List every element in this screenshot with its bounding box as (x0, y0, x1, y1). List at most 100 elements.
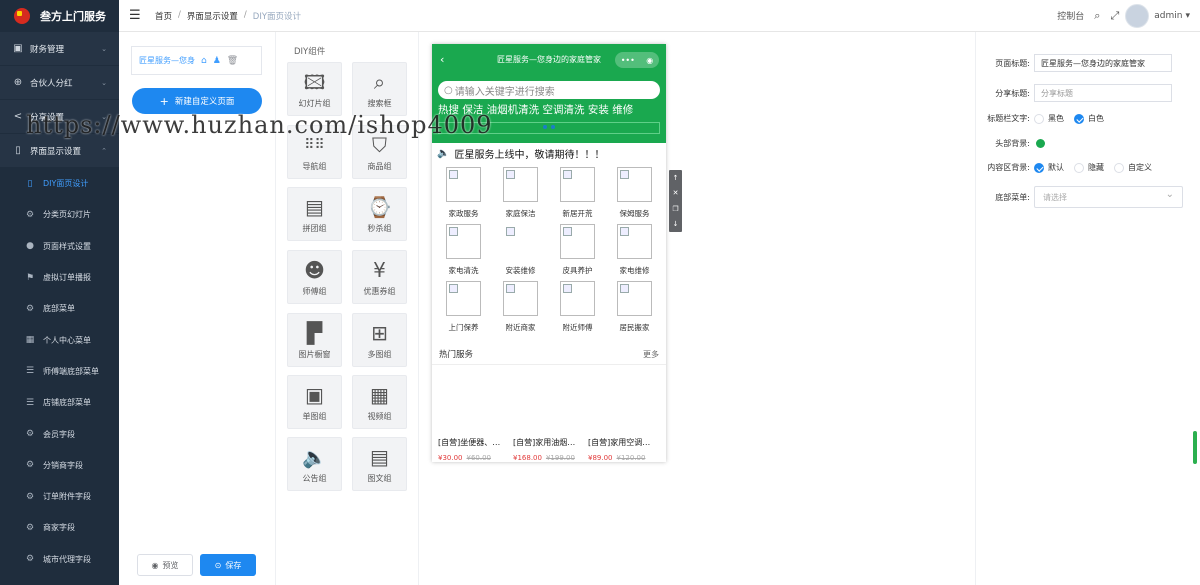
chevron-down-icon[interactable]: ▾ (1185, 11, 1190, 21)
sidebar-item-order-attachment-fields[interactable]: ⚙ 订单附件字段 (0, 481, 119, 512)
arrow-down-icon[interactable]: ↓ (673, 220, 679, 228)
radio-default[interactable]: 默认 (1034, 162, 1064, 173)
grid-image (617, 224, 652, 259)
gear-icon: ⚙ (25, 429, 35, 440)
grid-image (617, 167, 652, 202)
arrow-up-icon[interactable]: ↑ (673, 174, 679, 182)
gear-icon: ⚙ (25, 209, 35, 220)
radio-black[interactable]: 黑色 (1034, 113, 1064, 124)
grid-image (503, 224, 538, 259)
component-label: 拼团组 (302, 224, 327, 233)
breadcrumb-home[interactable]: 首页 (155, 10, 172, 22)
radio-hidden[interactable]: 隐藏 (1074, 162, 1104, 173)
hamburger-icon[interactable]: ☰ (129, 8, 149, 23)
component-video[interactable]: ▦ 视频组 (352, 375, 407, 429)
sidebar-item-city-agent-fields[interactable]: ⚙ 城市代理字段 (0, 544, 119, 575)
component-slides[interactable]: 🖾 幻灯片组 (287, 62, 342, 116)
header-actions: 控制台 ⌕ ⤢ admin ▾ (1057, 3, 1190, 28)
grid-item[interactable]: 家庭保洁 (492, 167, 549, 219)
grid-item[interactable]: 上门保养 (435, 281, 492, 333)
image-icon: 🖾 (303, 70, 326, 94)
component-label: 幻灯片组 (298, 99, 331, 108)
grid-label: 附近商家 (505, 323, 536, 332)
home-icon[interactable]: ⌂ (201, 56, 207, 66)
phone-notice[interactable]: 🔈 匠星服务上线中，敬请期待！！！ (432, 143, 666, 163)
globe-icon: ⊕ (13, 77, 23, 88)
grid-item[interactable]: 家电清洗 (435, 224, 492, 276)
sidebar-item-bottom-menu[interactable]: ⚙ 底部菜单 (0, 293, 119, 324)
sidebar-group-display[interactable]: ▯ 界面显示设置 ⌃ (0, 134, 119, 168)
hot-services-more[interactable]: 更多 (643, 349, 659, 360)
sliders-icon: ☰ (25, 366, 35, 377)
component-worker[interactable]: ☻ 师傅组 (287, 250, 342, 304)
grid-item[interactable]: 皮具养护 (549, 224, 606, 276)
console-link[interactable]: 控制台 (1057, 9, 1084, 22)
product-card[interactable]: [自营]家用空调… ¥89.00 ¥120.00 (588, 437, 663, 462)
module-toolbar: ↑ ✕ ❐ ↓ (669, 170, 682, 232)
grid-item[interactable]: 附近师傅 (549, 281, 606, 333)
scrollbar-indicator[interactable] (1193, 431, 1197, 464)
sidebar-group-finance[interactable]: ▣ 财务管理 ⌄ (0, 32, 119, 66)
radio-circle (1074, 162, 1084, 173)
sidebar-item-category-slides[interactable]: ⚙ 分类页幻灯片 (0, 199, 119, 230)
page-card[interactable]: 匠星服务—您身 ⌂ ♟ 🗑 (131, 46, 262, 75)
sidebar-group-partner[interactable]: ⊕ 合伙人分红 ⌄ (0, 66, 119, 100)
grid-image (503, 281, 538, 316)
preview-button[interactable]: ◉ 预览 (137, 554, 193, 576)
grid-item[interactable]: 家电维修 (606, 224, 663, 276)
component-multi-image[interactable]: ⊞ 多图组 (352, 313, 407, 367)
sidebar-item-page-style[interactable]: ● 页面样式设置 (0, 231, 119, 262)
bottom-menu-select[interactable]: 请选择 (1034, 186, 1183, 208)
save-button[interactable]: ⊙ 保存 (200, 554, 256, 576)
grid-item[interactable]: 保姆服务 (606, 167, 663, 219)
share-title-input[interactable]: 分享标题 (1034, 84, 1172, 102)
product-card[interactable]: [自营]坐便器、… ¥30.00 ¥60.00 (438, 437, 513, 462)
component-window[interactable]: ▛ 图片橱窗 (287, 313, 342, 367)
flag-icon: ⚑ (25, 272, 35, 283)
component-flash-sale[interactable]: ⌚ 秒杀组 (352, 187, 407, 241)
grid-image (446, 224, 481, 259)
close-icon[interactable]: ✕ (673, 189, 679, 197)
component-single-image[interactable]: ▣ 单图组 (287, 375, 342, 429)
component-group-buy[interactable]: ▤ 拼团组 (287, 187, 342, 241)
radio-label: 隐藏 (1088, 163, 1104, 172)
head-bg-color-swatch[interactable] (1036, 139, 1045, 148)
copy-icon[interactable]: ❐ (672, 205, 678, 213)
fullscreen-icon[interactable]: ⤢ (1110, 9, 1119, 23)
radio-white[interactable]: 白色 (1074, 113, 1104, 124)
grid-item[interactable]: 附近商家 (492, 281, 549, 333)
grid-item[interactable]: 新居开荒 (549, 167, 606, 219)
trash-icon[interactable]: 🗑 (227, 56, 238, 66)
component-label: 图文组 (367, 474, 392, 483)
component-search[interactable]: ⌕ 搜索框 (352, 62, 407, 116)
user-name[interactable]: admin (1154, 11, 1182, 21)
page-title-input[interactable]: 匠星服务—您身边的家庭管家 (1034, 54, 1172, 72)
grid-image (560, 224, 595, 259)
sidebar-item-member-fields[interactable]: ⚙ 会员字段 (0, 418, 119, 449)
user-icon[interactable]: ♟ (213, 56, 221, 66)
sidebar-item-virtual-orders[interactable]: ⚑ 虚拟订单播报 (0, 262, 119, 293)
component-label: 多图组 (367, 350, 392, 359)
avatar[interactable] (1125, 3, 1150, 28)
sidebar-item-label: 订单附件字段 (43, 492, 91, 502)
sidebar-item-distributor-fields[interactable]: ⚙ 分销商字段 (0, 450, 119, 481)
user-icon: ● (26, 241, 34, 252)
radio-checked-icon (1034, 162, 1044, 173)
phone-search-bar[interactable]: ○ 请输入关键字进行搜索 (438, 81, 660, 99)
grid-item[interactable]: 安装维修 (492, 224, 549, 276)
sidebar-item-diy[interactable]: ▯ DIY面页设计 (0, 168, 119, 199)
radio-custom[interactable]: 自定义 (1114, 162, 1152, 173)
grid-item[interactable]: 家政服务 (435, 167, 492, 219)
breadcrumb-display-settings[interactable]: 界面显示设置 (187, 10, 238, 22)
sidebar-item-user-center-menu[interactable]: ▦ 个人中心菜单 (0, 324, 119, 355)
sidebar-item-merchant-fields[interactable]: ⚙ 商家字段 (0, 512, 119, 543)
component-article[interactable]: ▤ 图文组 (352, 437, 407, 491)
sidebar-item-master-menu[interactable]: ☰ 师傅端底部菜单 (0, 356, 119, 387)
product-card[interactable]: [自营]家用油烟… ¥168.00 ¥199.00 (513, 437, 588, 462)
component-coupon[interactable]: ¥ 优惠券组 (352, 250, 407, 304)
grid-label: 居民搬家 (619, 323, 650, 332)
component-notice[interactable]: 🔈 公告组 (287, 437, 342, 491)
grid-item[interactable]: 居民搬家 (606, 281, 663, 333)
sidebar-item-shop-menu[interactable]: ☰ 店铺底部菜单 (0, 387, 119, 418)
search-icon[interactable]: ⌕ (1094, 9, 1100, 23)
